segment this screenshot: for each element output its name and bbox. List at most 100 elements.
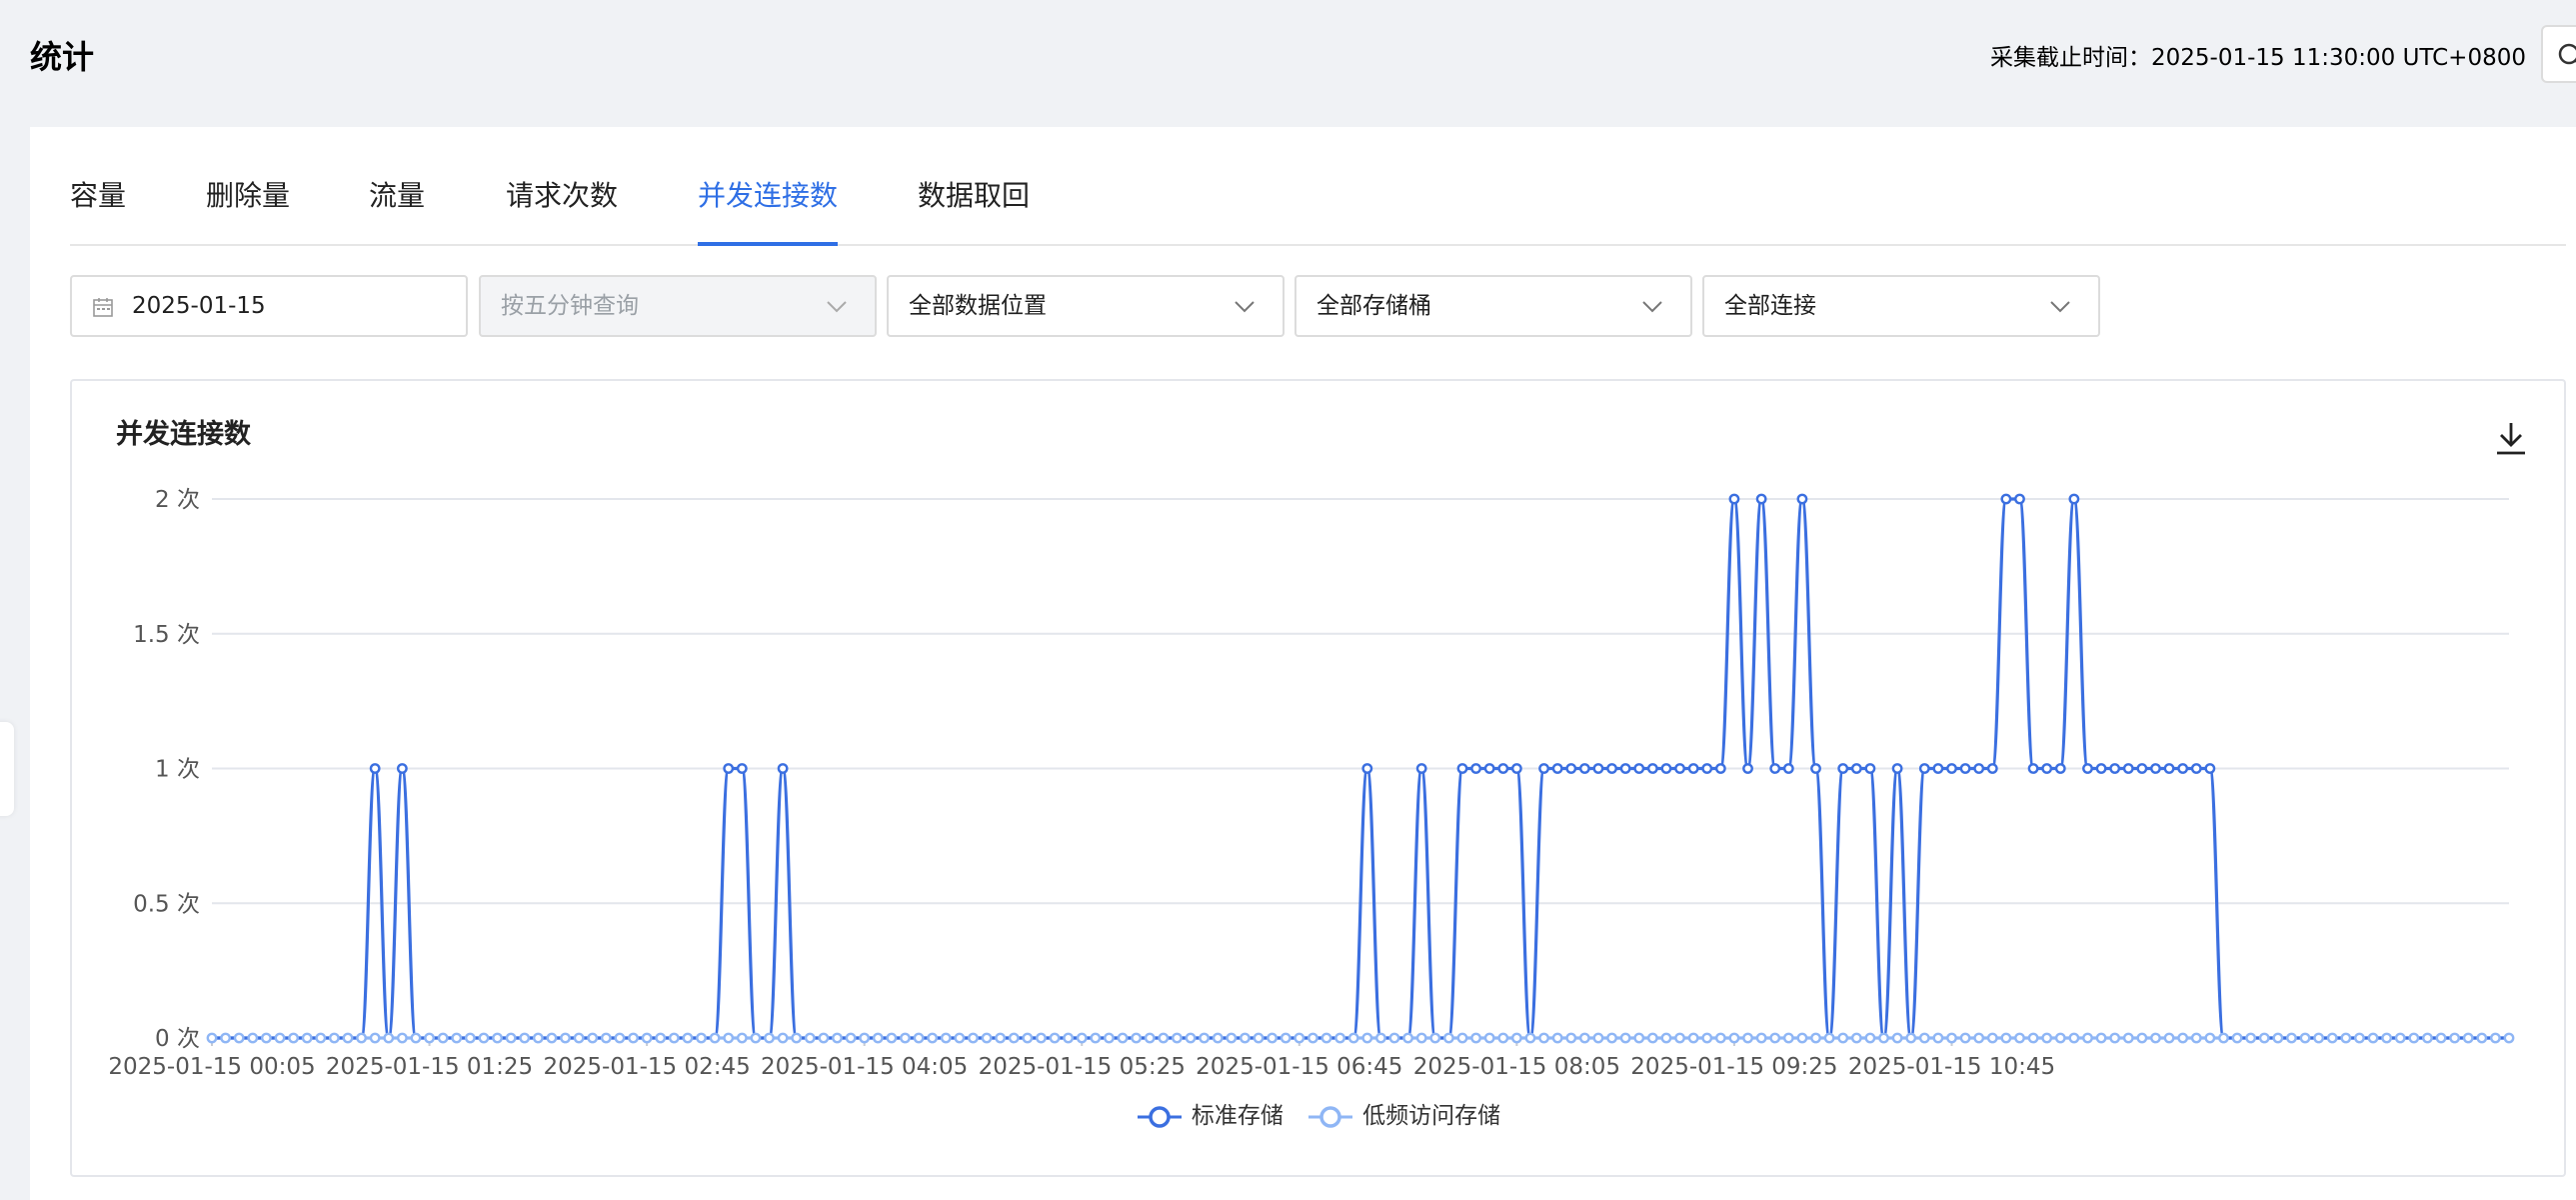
- series-infrequent-point[interactable]: [1172, 1032, 1183, 1044]
- series-infrequent-point[interactable]: [2394, 1032, 2406, 1044]
- interval-select[interactable]: 按五分钟查询: [479, 275, 877, 337]
- series-standard-point[interactable]: [2027, 763, 2039, 774]
- series-infrequent-point[interactable]: [709, 1032, 721, 1044]
- series-infrequent-point[interactable]: [1334, 1032, 1346, 1044]
- series-infrequent-point[interactable]: [1442, 1032, 1454, 1044]
- series-infrequent-point[interactable]: [206, 1032, 218, 1044]
- series-infrequent-point[interactable]: [1456, 1032, 1468, 1044]
- series-infrequent-point[interactable]: [342, 1032, 354, 1044]
- series-infrequent-point[interactable]: [886, 1032, 898, 1044]
- series-infrequent-point[interactable]: [464, 1032, 476, 1044]
- series-infrequent-point[interactable]: [424, 1032, 435, 1044]
- series-standard-point[interactable]: [2150, 763, 2161, 774]
- series-standard-point[interactable]: [1714, 763, 1726, 774]
- series-standard-point[interactable]: [1470, 763, 1481, 774]
- series-infrequent-point[interactable]: [1755, 1032, 1767, 1044]
- series-infrequent-point[interactable]: [2381, 1032, 2393, 1044]
- tab-data-retrieval[interactable]: 数据取回: [918, 171, 1030, 221]
- series-infrequent-point[interactable]: [1036, 1032, 1047, 1044]
- series-infrequent-point[interactable]: [2231, 1032, 2243, 1044]
- series-infrequent-point[interactable]: [1565, 1032, 1577, 1044]
- series-infrequent-point[interactable]: [437, 1032, 449, 1044]
- series-infrequent-point[interactable]: [628, 1032, 639, 1044]
- series-standard-point[interactable]: [1837, 763, 1849, 774]
- series-standard-point[interactable]: [1864, 763, 1876, 774]
- series-standard-point[interactable]: [2177, 763, 2189, 774]
- series-infrequent-point[interactable]: [233, 1032, 245, 1044]
- series-infrequent-point[interactable]: [1918, 1032, 1930, 1044]
- series-infrequent-point[interactable]: [696, 1032, 707, 1044]
- series-infrequent-point[interactable]: [2490, 1032, 2501, 1044]
- series-infrequent-point[interactable]: [1810, 1032, 1821, 1044]
- series-infrequent-point[interactable]: [1117, 1032, 1129, 1044]
- series-infrequent-point[interactable]: [1551, 1032, 1563, 1044]
- series-infrequent-point[interactable]: [1212, 1032, 1224, 1044]
- series-infrequent-point[interactable]: [954, 1032, 966, 1044]
- series-infrequent-point[interactable]: [1240, 1032, 1251, 1044]
- series-infrequent-point[interactable]: [2299, 1032, 2311, 1044]
- series-infrequent-point[interactable]: [1090, 1032, 1102, 1044]
- series-infrequent-point[interactable]: [492, 1032, 503, 1044]
- series-standard-point[interactable]: [723, 763, 735, 774]
- series-infrequent-point[interactable]: [682, 1032, 694, 1044]
- series-infrequent-point[interactable]: [845, 1032, 857, 1044]
- series-standard-point[interactable]: [1578, 763, 1590, 774]
- series-infrequent-point[interactable]: [532, 1032, 544, 1044]
- series-infrequent-point[interactable]: [1470, 1032, 1481, 1044]
- series-standard-point[interactable]: [1728, 493, 1740, 505]
- legend-item-standard[interactable]: 标准存储: [1136, 1096, 1284, 1136]
- series-standard-point[interactable]: [396, 763, 408, 774]
- series-infrequent-point[interactable]: [1687, 1032, 1699, 1044]
- series-infrequent-point[interactable]: [328, 1032, 340, 1044]
- series-standard-point[interactable]: [2163, 763, 2175, 774]
- series-infrequent-point[interactable]: [2449, 1032, 2461, 1044]
- series-standard-point[interactable]: [1810, 763, 1821, 774]
- series-infrequent-point[interactable]: [383, 1032, 395, 1044]
- series-standard-point[interactable]: [1959, 763, 1971, 774]
- series-standard-point[interactable]: [2136, 763, 2148, 774]
- series-infrequent-point[interactable]: [519, 1032, 531, 1044]
- sidebar-collapse-toggle[interactable]: ‹: [0, 722, 14, 816]
- series-infrequent-point[interactable]: [764, 1032, 775, 1044]
- series-infrequent-point[interactable]: [736, 1032, 748, 1044]
- series-infrequent-point[interactable]: [410, 1032, 422, 1044]
- series-standard-point[interactable]: [1510, 763, 1522, 774]
- series-infrequent-point[interactable]: [1510, 1032, 1522, 1044]
- series-standard-point[interactable]: [1742, 763, 1753, 774]
- series-infrequent-point[interactable]: [1131, 1032, 1143, 1044]
- series-infrequent-point[interactable]: [1538, 1032, 1549, 1044]
- series-standard-point[interactable]: [1646, 763, 1658, 774]
- series-standard-point[interactable]: [2082, 763, 2093, 774]
- series-infrequent-point[interactable]: [600, 1032, 612, 1044]
- series-standard-point[interactable]: [1687, 763, 1699, 774]
- series-infrequent-point[interactable]: [1199, 1032, 1211, 1044]
- series-infrequent-point[interactable]: [1253, 1032, 1265, 1044]
- series-infrequent-point[interactable]: [1674, 1032, 1685, 1044]
- connection-select[interactable]: 全部连接: [1702, 275, 2100, 337]
- series-infrequent-point[interactable]: [2177, 1032, 2189, 1044]
- series-infrequent-point[interactable]: [2367, 1032, 2379, 1044]
- series-infrequent-point[interactable]: [1158, 1032, 1170, 1044]
- series-infrequent-point[interactable]: [2462, 1032, 2474, 1044]
- series-infrequent-point[interactable]: [1076, 1032, 1088, 1044]
- series-infrequent-point[interactable]: [573, 1032, 585, 1044]
- series-infrequent-point[interactable]: [1374, 1032, 1386, 1044]
- series-standard-point[interactable]: [1796, 493, 1808, 505]
- series-infrequent-point[interactable]: [2054, 1032, 2066, 1044]
- series-infrequent-point[interactable]: [777, 1032, 789, 1044]
- legend-item-infrequent[interactable]: 低频访问存储: [1306, 1096, 1500, 1136]
- series-infrequent-point[interactable]: [2109, 1032, 2121, 1044]
- series-standard-point[interactable]: [1769, 763, 1781, 774]
- tab-concurrent-connections[interactable]: 并发连接数: [698, 171, 839, 246]
- series-infrequent-point[interactable]: [260, 1032, 272, 1044]
- series-infrequent-point[interactable]: [832, 1032, 843, 1044]
- series-standard-point[interactable]: [1415, 763, 1427, 774]
- series-infrequent-point[interactable]: [1049, 1032, 1061, 1044]
- series-infrequent-point[interactable]: [900, 1032, 911, 1044]
- series-infrequent-point[interactable]: [1022, 1032, 1034, 1044]
- series-infrequent-point[interactable]: [1144, 1032, 1156, 1044]
- series-infrequent-point[interactable]: [2068, 1032, 2080, 1044]
- series-infrequent-point[interactable]: [1864, 1032, 1876, 1044]
- series-infrequent-point[interactable]: [1361, 1032, 1373, 1044]
- series-infrequent-point[interactable]: [1307, 1032, 1318, 1044]
